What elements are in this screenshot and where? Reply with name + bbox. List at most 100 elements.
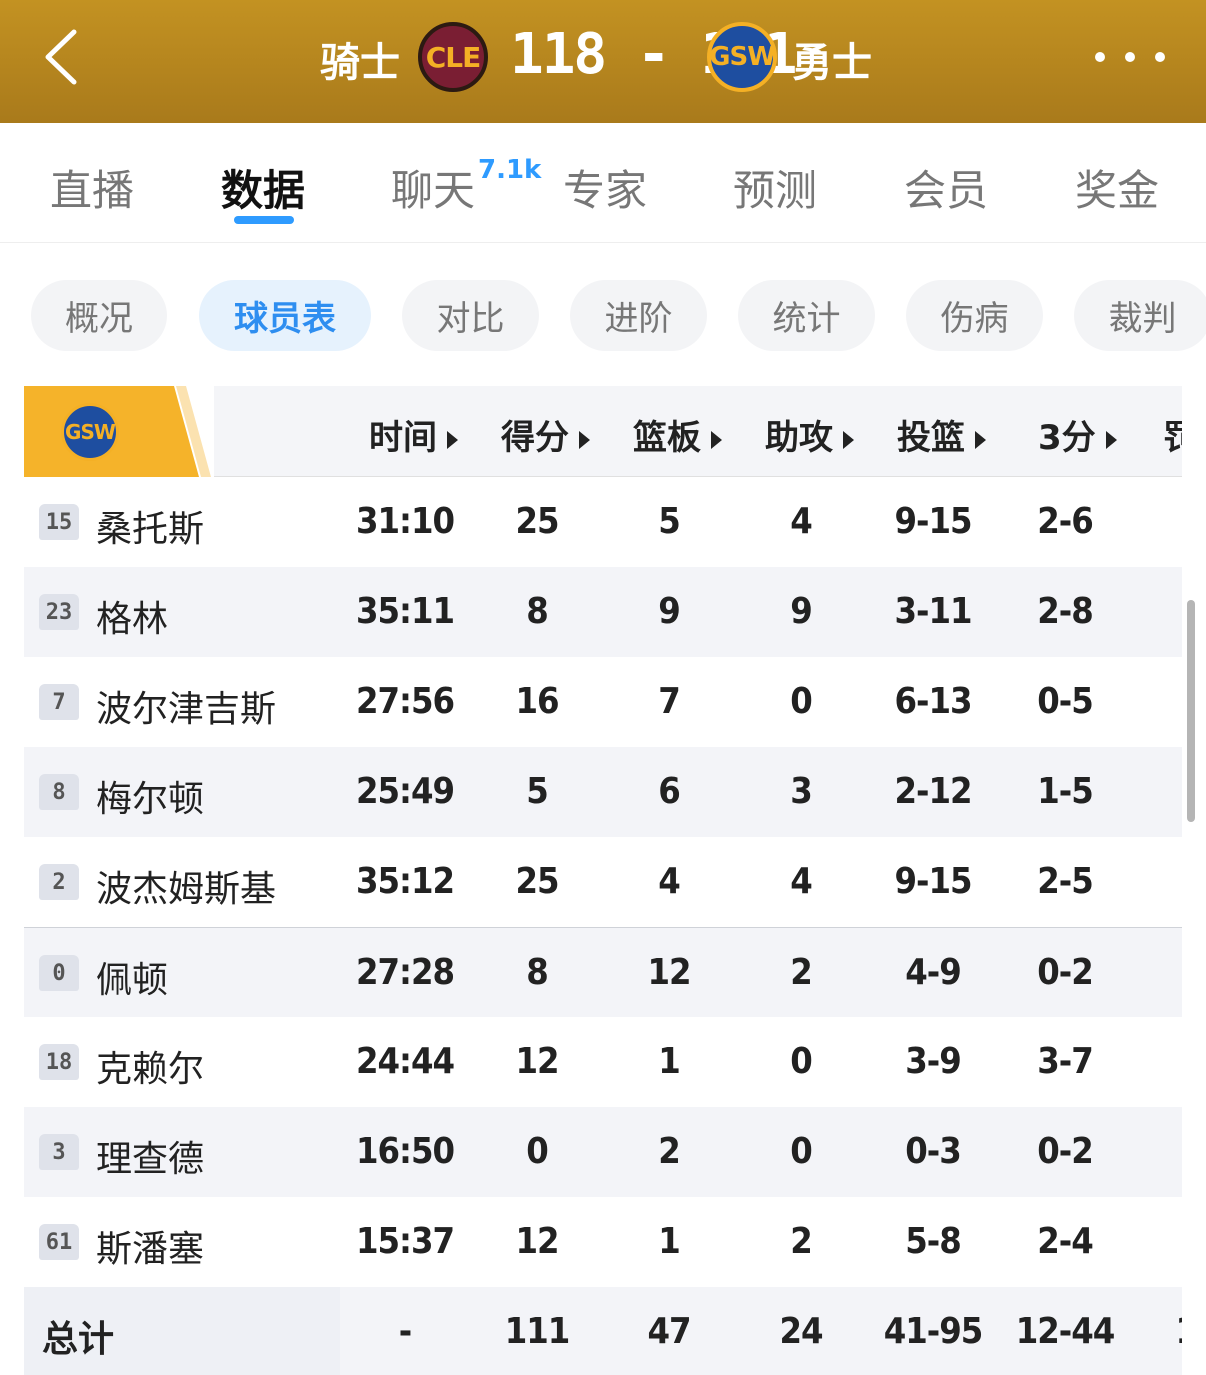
- table-row[interactable]: 3 理查德 16:50 0 2 0 0-3 0-2 0: [24, 1107, 1182, 1197]
- stat-cell: 27:28: [355, 952, 455, 993]
- player-name[interactable]: 格林: [96, 590, 168, 642]
- stat-cell: 0: [790, 1041, 813, 1082]
- stat-cell: 15:37: [355, 1221, 455, 1262]
- subtab-compare[interactable]: 对比: [402, 280, 539, 351]
- jersey-number: 61: [39, 1224, 79, 1260]
- stat-cell: 1: [658, 1041, 681, 1082]
- stat-cell: 24:44: [355, 1041, 455, 1082]
- total-stat-cell: 12-44: [1015, 1311, 1116, 1352]
- sort-arrow-icon: [975, 430, 986, 449]
- stat-cell: 16:50: [355, 1131, 455, 1172]
- home-team-logo[interactable]: CLE: [418, 22, 488, 92]
- jersey-number: 7: [39, 684, 79, 720]
- player-name[interactable]: 波杰姆斯基: [96, 860, 276, 912]
- stat-cell: 3: [790, 771, 813, 812]
- jersey-number: 3: [39, 1134, 79, 1170]
- stat-cell: 0: [790, 1131, 813, 1172]
- player-name[interactable]: 波尔津吉斯: [96, 680, 276, 732]
- sort-arrow-icon: [1105, 430, 1117, 449]
- table-row[interactable]: 18 克赖尔 24:44 12 1 0 3-9 3-7 3: [24, 1017, 1182, 1107]
- player-name[interactable]: 桑托斯: [96, 500, 204, 552]
- jersey-number: 2: [39, 864, 79, 900]
- stat-cell: 0-2: [1037, 1131, 1094, 1172]
- stat-cell: 12: [647, 952, 691, 993]
- stat-cell: 0: [790, 681, 813, 722]
- stat-cell: 9-15: [894, 501, 972, 542]
- stat-cell: 8: [526, 952, 549, 993]
- tab-chat[interactable]: 聊天: [391, 157, 475, 218]
- stat-cell: 25: [515, 861, 559, 902]
- total-stat-cell: 24: [779, 1311, 823, 1352]
- player-name[interactable]: 梅尔顿: [96, 770, 204, 822]
- stat-cell: 4: [1137, 681, 1182, 722]
- player-name[interactable]: 斯潘塞: [96, 1220, 204, 1272]
- stat-cell: 5-8: [905, 1221, 962, 1262]
- stat-cell: 8: [526, 591, 549, 632]
- tab-member[interactable]: 会员: [904, 157, 988, 218]
- column-header-three-pointers[interactable]: 3分: [1038, 410, 1117, 459]
- tab-live[interactable]: 直播: [50, 157, 134, 218]
- more-options-icon[interactable]: [1095, 48, 1165, 68]
- column-header-free-throws[interactable]: 罚: [1163, 410, 1182, 459]
- column-header-rebounds[interactable]: 篮板: [633, 410, 722, 459]
- away-team-logo[interactable]: GSW: [707, 22, 777, 92]
- stat-cell: 0: [1137, 771, 1182, 812]
- stat-cell: 4: [790, 501, 813, 542]
- subtab-player-stats[interactable]: 球员表: [199, 280, 371, 351]
- stat-cell: 0-3: [905, 1131, 962, 1172]
- player-name[interactable]: 克赖尔: [96, 1040, 204, 1092]
- tab-experts[interactable]: 专家: [563, 157, 647, 218]
- total-stat-cell: 111: [504, 1311, 571, 1352]
- stat-cell: 3: [1137, 1041, 1182, 1082]
- sort-arrow-icon: [843, 430, 854, 449]
- total-stat-cell: 41-95: [883, 1311, 984, 1352]
- stat-cell: 0: [1137, 591, 1182, 632]
- stat-cell: 25: [515, 501, 559, 542]
- column-header-field-goals[interactable]: 投篮: [897, 410, 986, 459]
- table-row[interactable]: 15 桑托斯 31:10 25 5 4 9-15 2-6 5: [24, 477, 1182, 567]
- total-stat-cell: 17: [1137, 1311, 1182, 1352]
- subtab-referees[interactable]: 裁判: [1074, 280, 1206, 351]
- table-row[interactable]: 61斯潘塞15:3712125-82-40: [24, 1197, 1182, 1287]
- stat-cell: 9: [790, 591, 813, 632]
- main-tabs: 直播 数据 聊天 7.1k 专家 预测 会员 奖金: [0, 123, 1206, 243]
- table-row[interactable]: 7 波尔津吉斯 27:56 16 7 0 6-13 0-5 4: [24, 657, 1182, 747]
- column-header-minutes[interactable]: 时间: [369, 410, 458, 459]
- stat-cell: 4: [790, 861, 813, 902]
- stat-cell: 0: [1137, 1131, 1182, 1172]
- tab-stats[interactable]: 数据: [221, 157, 305, 218]
- subtab-statistics[interactable]: 统计: [738, 280, 875, 351]
- table-row[interactable]: 8 梅尔顿 25:49 5 6 3 2-12 1-5 0: [24, 747, 1182, 837]
- table-header: GSW 时间 得分 篮板 助攻 投篮 3分 罚: [24, 386, 1182, 477]
- scrollbar[interactable]: [1187, 600, 1195, 822]
- table-row[interactable]: 23 格林 35:11 8 9 9 3-11 2-8 0: [24, 567, 1182, 657]
- stat-cell: 0-5: [1037, 681, 1094, 722]
- tab-bonus[interactable]: 奖金: [1075, 157, 1159, 218]
- subtab-overview[interactable]: 概况: [31, 280, 167, 351]
- stat-cell: 3-9: [905, 1041, 962, 1082]
- stat-cell: 7: [658, 681, 681, 722]
- stat-cell: 12: [515, 1221, 559, 1262]
- back-icon[interactable]: [38, 22, 98, 92]
- stat-cell: 9: [658, 591, 681, 632]
- table-row[interactable]: 2 波杰姆斯基 35:12 25 4 4 9-15 2-5 5: [24, 837, 1182, 927]
- total-label: 总计: [42, 1319, 115, 1360]
- tab-predict[interactable]: 预测: [733, 157, 817, 218]
- stat-cell: 0: [1137, 952, 1182, 993]
- chat-count-badge: 7.1k: [478, 155, 542, 185]
- jersey-number: 8: [39, 774, 79, 810]
- stat-cell: 35:12: [355, 861, 455, 902]
- column-header-assists[interactable]: 助攻: [765, 410, 854, 459]
- subtab-injuries[interactable]: 伤病: [906, 280, 1043, 351]
- stat-cell: 5: [526, 771, 549, 812]
- active-tab-indicator: [234, 216, 294, 224]
- away-team-name: 勇士: [792, 40, 872, 86]
- team-flag: GSW: [24, 386, 214, 477]
- column-header-points[interactable]: 得分: [501, 410, 590, 459]
- player-name[interactable]: 佩顿: [96, 951, 168, 1003]
- player-stats-table: GSW 时间 得分 篮板 助攻 投篮 3分 罚 15 桑托斯 31:10 25 5 4 9-…: [24, 386, 1182, 1375]
- player-name[interactable]: 理查德: [96, 1130, 204, 1182]
- jersey-number: 0: [39, 955, 79, 991]
- table-row[interactable]: 0 佩顿 27:28 8 12 2 4-9 0-2 0: [24, 927, 1182, 1017]
- subtab-advanced[interactable]: 进阶: [570, 280, 707, 351]
